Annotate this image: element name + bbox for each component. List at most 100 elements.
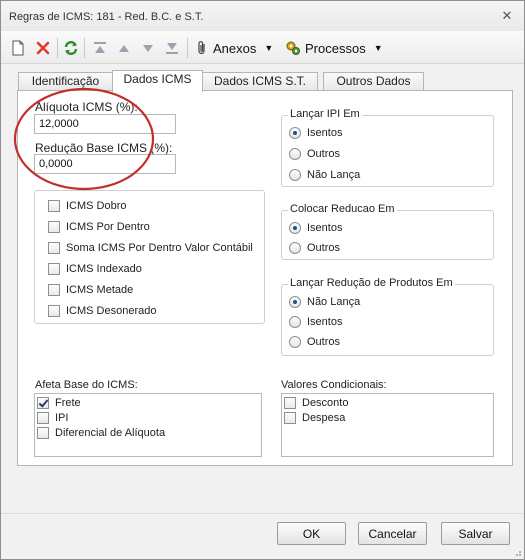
close-button[interactable]: ✕ [500,9,514,23]
reducao-produtos-nao-lanca-radio[interactable]: Não Lança [289,296,360,308]
tab-outros-dados[interactable]: Outros Dados [323,72,424,91]
radio-label: Outros [307,148,341,160]
checkbox-label: ICMS Desonerado [66,305,157,317]
next-record-button[interactable] [141,38,155,58]
group-title: Lançar IPI Em [288,108,362,120]
radio-button[interactable] [289,222,301,234]
checkbox-box[interactable] [37,397,49,409]
toolbar: Anexos ▼ Processos ▼ [1,31,524,64]
despesa-checkbox[interactable]: Despesa [284,412,345,424]
radio-label: Isentos [307,127,343,139]
radio-label: Isentos [307,222,343,234]
save-button[interactable]: Salvar [441,522,510,545]
afeta-ipi-checkbox[interactable]: IPI [37,412,68,424]
gears-icon [286,41,300,55]
checkbox-label: ICMS Metade [66,284,134,296]
icms-options-group: ICMS Dobro ICMS Por Dentro Soma ICMS Por… [34,190,265,324]
cancel-button[interactable]: Cancelar [358,522,427,545]
reducao-produtos-outros-radio[interactable]: Outros [289,336,340,348]
delete-icon [36,41,50,55]
tab-dados-icms[interactable]: Dados ICMS [112,70,203,92]
window-title: Regras de ICMS: 181 - Red. B.C. e S.T. [9,11,204,23]
icms-metade-checkbox[interactable]: ICMS Metade [48,284,133,296]
afeta-base-title: Afeta Base do ICMS: [35,379,138,391]
checkbox-label: Despesa [302,412,346,424]
lancar-reducao-produtos-group: Lançar Redução de Produtos Em Não Lança … [281,277,494,356]
valores-condicionais-checklist: Desconto Despesa [281,393,494,457]
down-arrow-icon [143,45,153,52]
radio-label: Outros [307,242,341,254]
valores-condicionais-title: Valores Condicionais: [281,379,387,391]
checkbox-box[interactable] [48,305,60,317]
colocar-reducao-outros-radio[interactable]: Outros [289,242,340,254]
first-icon [94,42,106,53]
checkbox-box[interactable] [284,412,296,424]
afeta-diferencial-checkbox[interactable]: Diferencial de Alíquota [37,427,165,439]
checkbox-label: Frete [55,397,81,409]
processos-label: Processos [305,40,366,56]
anexos-button[interactable]: Anexos ▼ [195,38,273,58]
checkbox-box[interactable] [37,427,49,439]
new-document-icon [12,40,24,56]
group-title: Lançar Redução de Produtos Em [288,277,455,289]
ok-button[interactable]: OK [277,522,346,545]
icms-por-dentro-checkbox[interactable]: ICMS Por Dentro [48,221,150,233]
checkbox-box[interactable] [284,397,296,409]
checkbox-box[interactable] [37,412,49,424]
radio-button[interactable] [289,316,301,328]
lancar-ipi-isentos-radio[interactable]: Isentos [289,127,342,139]
radio-button[interactable] [289,242,301,254]
colocar-reducao-isentos-radio[interactable]: Isentos [289,222,342,234]
radio-label: Outros [307,336,341,348]
processos-button[interactable]: Processos ▼ [285,38,383,58]
checkbox-box[interactable] [48,284,60,296]
checkbox-box[interactable] [48,221,60,233]
radio-button[interactable] [289,169,301,181]
title-bar: Regras de ICMS: 181 - Red. B.C. e S.T. ✕ [1,1,524,31]
previous-record-button[interactable] [117,38,131,58]
checkbox-box[interactable] [48,263,60,275]
radio-button[interactable] [289,148,301,160]
soma-icms-checkbox[interactable]: Soma ICMS Por Dentro Valor Contábil [48,242,253,254]
icms-desonerado-checkbox[interactable]: ICMS Desonerado [48,305,157,317]
last-icon [166,43,178,54]
up-arrow-icon [119,45,129,52]
last-record-button[interactable] [165,38,179,58]
lancar-ipi-group: Lançar IPI Em Isentos Outros Não Lança [281,108,494,187]
resize-grip-icon[interactable] [512,547,522,557]
checkbox-label: IPI [55,412,69,424]
refresh-button[interactable] [63,38,79,58]
checkbox-label: ICMS Por Dentro [66,221,150,233]
delete-button[interactable] [36,38,50,58]
checkbox-label: Diferencial de Alíquota [55,427,166,439]
tab-dados-icms-st[interactable]: Dados ICMS S.T. [202,72,318,91]
afeta-frete-checkbox[interactable]: Frete [37,397,81,409]
lancar-ipi-outros-radio[interactable]: Outros [289,148,340,160]
group-title: Colocar Reducao Em [288,203,397,215]
lancar-ipi-nao-lanca-radio[interactable]: Não Lança [289,169,360,181]
checkbox-box[interactable] [48,242,60,254]
colocar-reducao-group: Colocar Reducao Em Isentos Outros [281,203,494,260]
radio-label: Não Lança [307,169,361,181]
paperclip-icon [198,41,205,55]
new-button[interactable] [11,38,25,58]
radio-label: Não Lança [307,296,361,308]
reducao-produtos-isentos-radio[interactable]: Isentos [289,316,342,328]
dialog-window: Regras de ICMS: 181 - Red. B.C. e S.T. ✕ [0,0,525,560]
tab-panel-dados-icms: Alíquota ICMS (%): Redução Base ICMS (%)… [13,87,513,466]
footer-divider [1,513,524,514]
chevron-down-icon: ▼ [373,43,383,53]
first-record-button[interactable] [93,38,107,58]
desconto-checkbox[interactable]: Desconto [284,397,348,409]
afeta-base-checklist: Frete IPI Diferencial de Alíquota [34,393,262,457]
checkbox-label: Desconto [302,397,349,409]
checkbox-label: ICMS Indexado [66,263,142,275]
annotation-circle [13,87,155,191]
icms-indexado-checkbox[interactable]: ICMS Indexado [48,263,142,275]
refresh-icon [64,41,78,55]
radio-button[interactable] [289,336,301,348]
radio-button[interactable] [289,296,301,308]
anexos-label: Anexos [213,40,257,56]
radio-button[interactable] [289,127,301,139]
chevron-down-icon: ▼ [264,43,274,53]
